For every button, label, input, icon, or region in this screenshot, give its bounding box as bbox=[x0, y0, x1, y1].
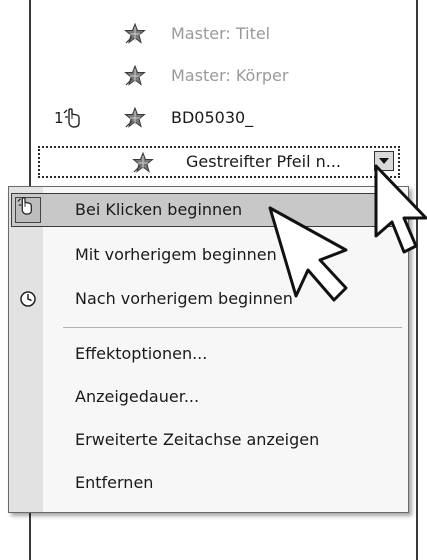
animation-list-item-selected[interactable]: Gestreifter Pfeil n... bbox=[38, 146, 400, 178]
motion-path-star-icon bbox=[124, 65, 146, 86]
motion-path-star-icon bbox=[132, 152, 154, 173]
menu-item-show-advanced-timeline[interactable]: Erweiterte Zeitachse anzeigen bbox=[11, 423, 404, 457]
animation-list-item[interactable]: Master: Körper bbox=[29, 60, 418, 92]
menu-item-timing[interactable]: Anzeigedauer... bbox=[11, 380, 404, 414]
motion-path-star-icon bbox=[124, 107, 146, 128]
menu-item-label: Effektoptionen... bbox=[75, 344, 208, 363]
animation-item-label: BD05030_ bbox=[171, 108, 254, 127]
menu-item-label: Nach vorherigem beginnen bbox=[75, 289, 293, 308]
menu-item-label: Anzeigedauer... bbox=[75, 387, 200, 406]
animation-item-label: Gestreifter Pfeil n... bbox=[186, 152, 341, 171]
animation-item-label: Master: Titel bbox=[171, 24, 271, 43]
menu-item-label: Bei Klicken beginnen bbox=[75, 200, 243, 219]
pointer-cursor-icon bbox=[268, 206, 348, 302]
animation-list-item[interactable]: 1 BD05030_ bbox=[29, 102, 418, 134]
menu-item-effect-options[interactable]: Effektoptionen... bbox=[11, 337, 404, 371]
menu-item-label: Erweiterte Zeitachse anzeigen bbox=[75, 430, 320, 449]
motion-path-star-icon bbox=[124, 23, 146, 44]
mouse-click-icon bbox=[17, 197, 32, 215]
menu-item-label: Mit vorherigem beginnen bbox=[75, 245, 277, 264]
mouse-click-icon bbox=[63, 108, 80, 128]
menu-item-label: Entfernen bbox=[75, 473, 154, 492]
menu-item-remove[interactable]: Entfernen bbox=[11, 466, 404, 500]
animation-list-item[interactable]: Master: Titel bbox=[29, 18, 418, 50]
pointer-cursor-icon bbox=[374, 164, 427, 254]
clock-icon bbox=[20, 291, 36, 307]
animation-item-label: Master: Körper bbox=[171, 66, 289, 85]
menu-separator bbox=[63, 327, 402, 328]
